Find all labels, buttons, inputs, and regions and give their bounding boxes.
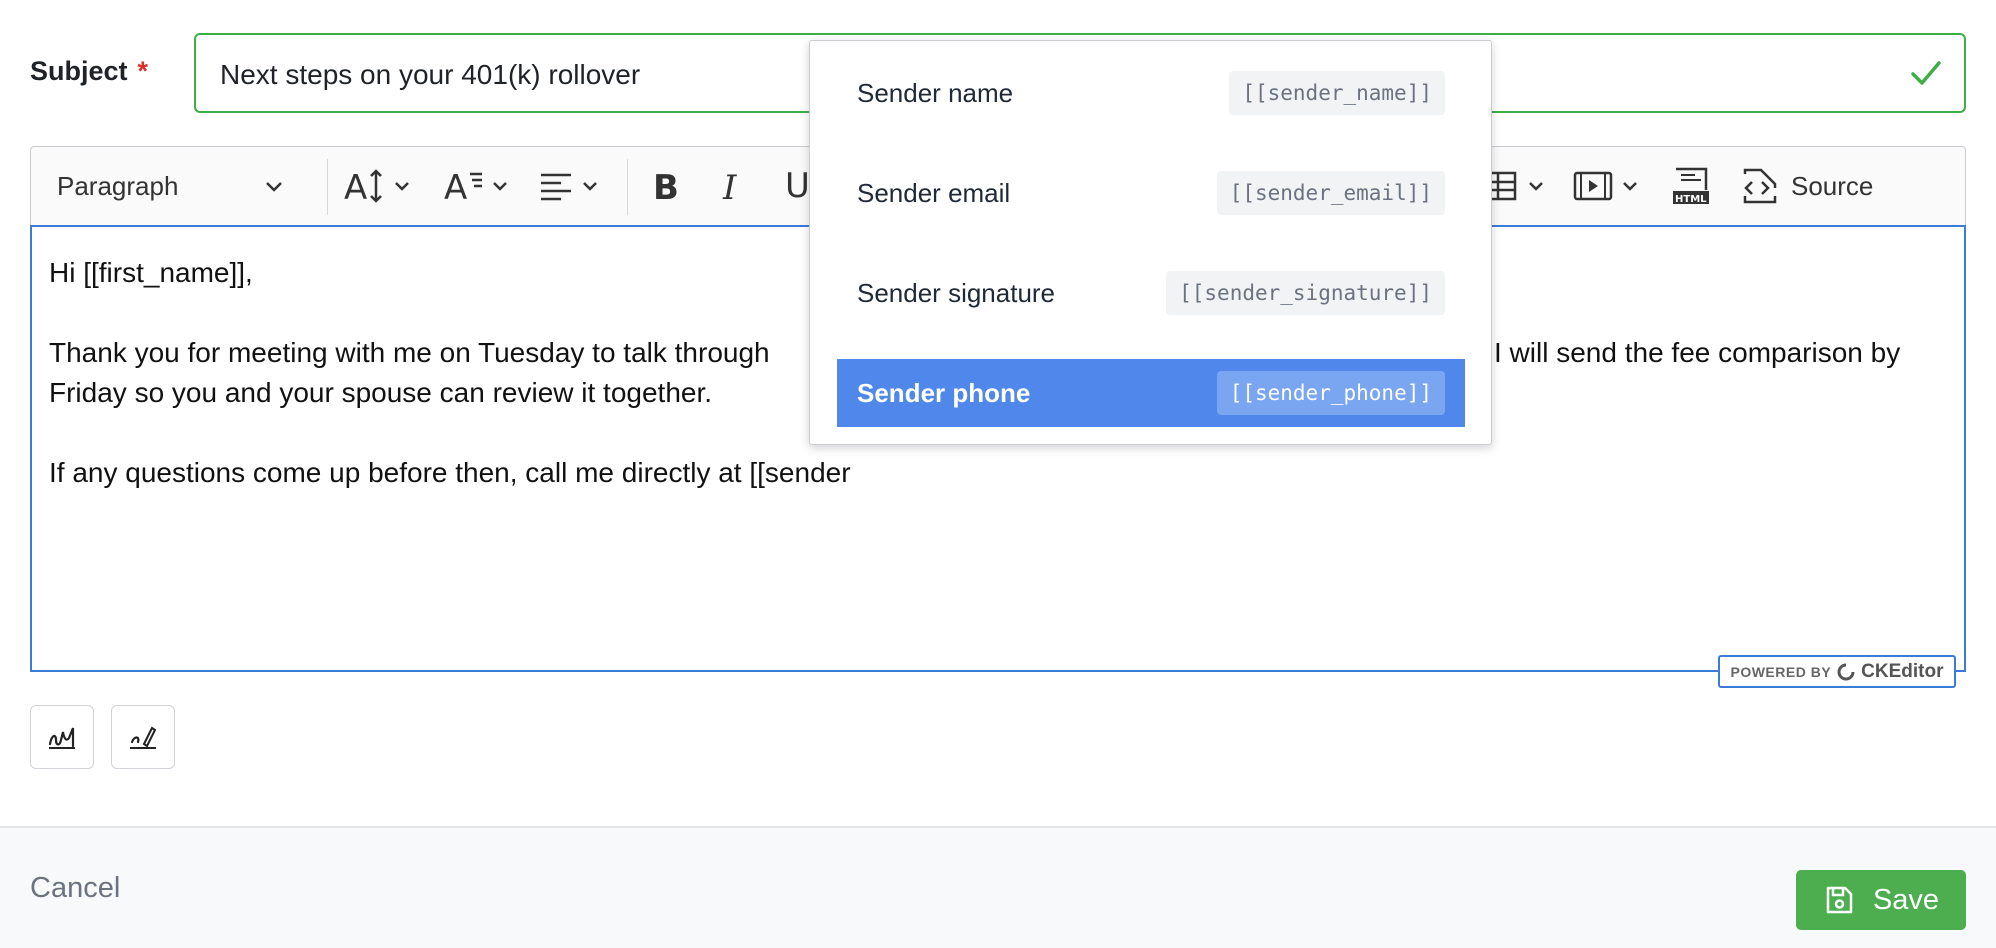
svg-text:A: A: [444, 168, 467, 206]
mention-item-sender-phone[interactable]: Sender phone [[sender_phone]]: [837, 359, 1465, 427]
signature-icon: [48, 727, 75, 749]
align-button[interactable]: [539, 147, 599, 225]
check-icon: [1911, 61, 1941, 85]
ckeditor-logo-icon: [1837, 663, 1855, 680]
html-embed-button[interactable]: HTML: [1671, 147, 1711, 225]
editor-line-greeting: Hi [[first_name]],: [49, 257, 253, 288]
subject-label: Subject *: [30, 56, 149, 86]
font-family-button[interactable]: A: [443, 147, 509, 225]
svg-text:HTML: HTML: [1675, 194, 1707, 205]
table-button[interactable]: [1485, 147, 1545, 225]
mention-item-label: Sender phone: [857, 377, 1031, 408]
svg-text:B: B: [653, 168, 679, 204]
mention-item-tag: [[sender_signature]]: [1166, 271, 1445, 315]
font-size-button[interactable]: A: [343, 147, 411, 225]
editor-line-body-3: If any questions come up before then, ca…: [49, 457, 851, 488]
mention-item-tag: [[sender_email]]: [1216, 171, 1445, 215]
mention-item-label: Sender signature: [857, 277, 1056, 308]
mention-item-sender-signature[interactable]: Sender signature [[sender_signature]]: [837, 259, 1465, 327]
toolbar-separator: [627, 159, 628, 215]
source-label: Source: [1791, 170, 1874, 201]
paragraph-dropdown[interactable]: Paragraph: [57, 147, 284, 225]
editor-line-body-2: Friday so you and your spouse can review…: [49, 377, 713, 408]
edit-signature-button[interactable]: [111, 705, 175, 769]
subject-value: Next steps on your 401(k) rollover: [220, 59, 641, 90]
save-label: Save: [1872, 883, 1940, 916]
bold-button[interactable]: B: [651, 147, 683, 225]
font-family-icon: A: [444, 168, 482, 206]
source-button[interactable]: Source: [1741, 147, 1873, 225]
chevron-down-icon: [395, 182, 409, 191]
paragraph-label: Paragraph: [57, 170, 179, 201]
source-icon: [1743, 168, 1777, 204]
required-marker: *: [137, 56, 149, 86]
mention-item-label: Sender name: [857, 77, 1014, 108]
media-button[interactable]: [1573, 147, 1639, 225]
html-embed-icon: HTML: [1673, 167, 1709, 205]
save-icon: [1826, 886, 1853, 914]
insert-signature-button[interactable]: [30, 705, 94, 769]
mention-item-tag: [[sender_phone]]: [1216, 371, 1445, 415]
pen-signature-icon: [130, 726, 157, 749]
italic-icon: I: [722, 168, 737, 204]
chevron-down-icon: [1529, 182, 1543, 191]
svg-text:A: A: [344, 168, 367, 206]
chevron-down-icon: [266, 182, 283, 192]
powered-by-prefix: POWERED BY: [1730, 663, 1832, 680]
chevron-down-icon: [493, 182, 507, 191]
font-size-icon: A: [344, 168, 382, 206]
powered-by-brand: CKEditor: [1861, 660, 1944, 682]
mention-item-sender-email[interactable]: Sender email [[sender_email]]: [837, 159, 1465, 227]
bold-icon: B: [653, 168, 679, 204]
mention-item-label: Sender email: [857, 177, 1011, 208]
svg-text:I: I: [722, 168, 737, 204]
cancel-button[interactable]: Cancel: [30, 872, 120, 905]
toolbar-separator: [327, 159, 328, 215]
mention-item-tag: [[sender_name]]: [1229, 71, 1445, 115]
align-icon: [541, 173, 571, 201]
powered-by-badge[interactable]: POWERED BY CKEditor: [1718, 655, 1956, 688]
chevron-down-icon: [1623, 182, 1637, 191]
editor-line-body-1-end: I will send the fee comparison by: [1494, 337, 1901, 368]
editor-line-body-1: Thank you for meeting with me on Tuesday…: [49, 337, 770, 368]
mention-item-sender-name[interactable]: Sender name [[sender_name]]: [837, 59, 1465, 127]
form-footer: Cancel Save: [0, 826, 1996, 948]
italic-button[interactable]: I: [721, 147, 749, 225]
mention-dropdown: Sender name [[sender_name]] Sender email…: [809, 40, 1492, 445]
svg-text:U: U: [785, 166, 810, 206]
chevron-down-icon: [583, 182, 597, 191]
save-button[interactable]: Save: [1796, 870, 1966, 930]
media-icon: [1573, 171, 1613, 201]
